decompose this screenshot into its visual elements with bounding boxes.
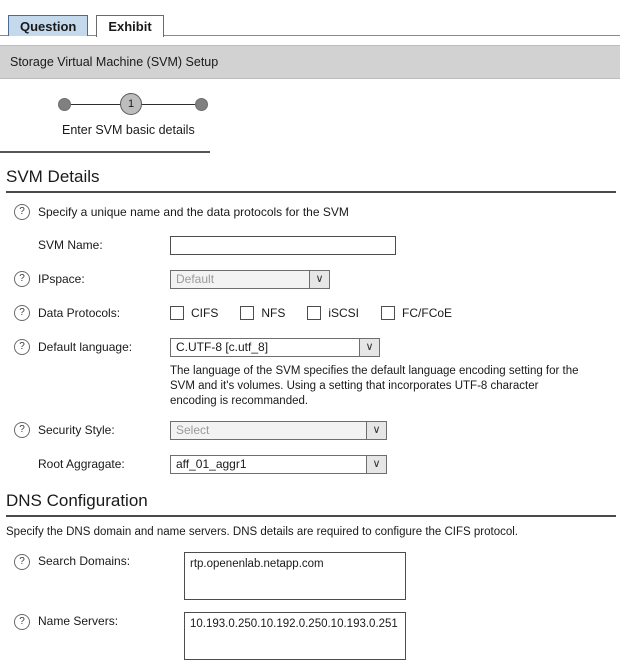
security-style-select[interactable]: Select ∨	[170, 420, 387, 440]
name-servers-row: ? Name Servers: 10.193.0.250.10.192.0.25…	[0, 600, 620, 660]
search-domains-row: ? Search Domains: rtp.openenlab.netapp.c…	[0, 544, 620, 600]
search-domains-label: Search Domains:	[38, 554, 131, 568]
wizard-stepper: 1 Enter SVM basic details	[0, 79, 620, 141]
search-domains-textarea[interactable]: rtp.openenlab.netapp.com	[184, 552, 406, 600]
checkbox-iscsi[interactable]: iSCSI	[307, 306, 359, 320]
svm-name-row: SVM Name:	[0, 225, 620, 258]
svm-details-form: ? Specify a unique name and the data pro…	[0, 193, 620, 477]
checkbox-box[interactable]	[307, 306, 322, 320]
svm-details-intro-row: ? Specify a unique name and the data pro…	[0, 199, 620, 225]
help-icon[interactable]: ?	[14, 305, 30, 321]
default-language-row: ? Default language: C.UTF-8 [c.utf_8] ∨	[0, 326, 620, 360]
svm-details-heading: SVM Details	[6, 167, 100, 186]
help-icon[interactable]: ?	[14, 422, 30, 438]
svm-details-intro: Specify a unique name and the data proto…	[38, 205, 349, 219]
security-style-row: ? Security Style: Select ∨	[0, 409, 620, 443]
tab-question[interactable]: Question	[8, 15, 89, 36]
default-language-value: C.UTF-8 [c.utf_8]	[170, 337, 360, 357]
tab-strip: Question Exhibit	[0, 8, 620, 37]
page-title-bar: Storage Virtual Machine (SVM) Setup	[0, 45, 620, 79]
default-language-select[interactable]: C.UTF-8 [c.utf_8] ∨	[170, 337, 380, 357]
ipspace-row: ? IPspace: Default ∨	[0, 258, 620, 292]
checkbox-fc-fcoe[interactable]: FC/FCoE	[381, 306, 452, 320]
stepper-step-1[interactable]: 1	[120, 93, 142, 115]
checkbox-box[interactable]	[170, 306, 184, 320]
help-icon[interactable]: ?	[14, 554, 30, 570]
data-protocols-label: Data Protocols:	[38, 306, 121, 320]
dns-configuration-heading: DNS Configuration	[6, 491, 148, 510]
data-protocols-group: CIFS NFS iSCSI FC/FCoE	[170, 306, 474, 320]
help-icon[interactable]: ?	[14, 614, 30, 630]
help-icon[interactable]: ?	[14, 271, 30, 287]
ipspace-label: IPspace:	[38, 272, 85, 286]
chevron-down-icon[interactable]: ∨	[367, 420, 387, 440]
stepper-connector-left	[70, 104, 126, 105]
default-language-help: The language of the SVM specifies the de…	[170, 365, 579, 407]
security-style-label: Security Style:	[38, 423, 115, 437]
security-style-value: Select	[170, 420, 367, 440]
svm-name-label: SVM Name:	[38, 238, 103, 252]
data-protocols-row: ? Data Protocols: CIFS NFS iSCSI FC/FCoE	[0, 292, 620, 326]
checkbox-box[interactable]	[381, 306, 396, 320]
default-language-label: Default language:	[38, 340, 133, 354]
dns-configuration-form: ? Search Domains: rtp.openenlab.netapp.c…	[0, 538, 620, 660]
tab-exhibit[interactable]: Exhibit	[96, 15, 164, 37]
default-language-help-row: The language of the SVM specifies the de…	[0, 360, 620, 409]
stepper-dot-start	[58, 98, 71, 111]
chevron-down-icon[interactable]: ∨	[360, 337, 380, 357]
checkbox-nfs-label: NFS	[261, 306, 286, 320]
tab-question-label: Question	[20, 19, 77, 34]
checkbox-nfs[interactable]: NFS	[240, 306, 285, 320]
ipspace-select[interactable]: Default ∨	[170, 269, 330, 289]
svm-name-input[interactable]	[170, 235, 396, 255]
stepper-step-1-number: 1	[127, 98, 135, 110]
root-aggregate-row: Root Aggragate: aff_01_aggr1 ∨	[0, 443, 620, 477]
tab-strip-baseline	[0, 35, 620, 36]
root-aggregate-label: Root Aggragate:	[38, 457, 125, 471]
stepper-dot-end	[195, 98, 208, 111]
root-aggregate-select[interactable]: aff_01_aggr1 ∨	[170, 454, 387, 474]
checkbox-cifs[interactable]: CIFS	[170, 306, 218, 320]
tab-exhibit-label: Exhibit	[108, 19, 152, 34]
stepper-track: 1	[0, 93, 220, 117]
help-icon[interactable]: ?	[14, 204, 30, 220]
help-icon[interactable]: ?	[14, 339, 30, 355]
checkbox-box[interactable]	[240, 306, 255, 320]
chevron-down-icon[interactable]: ∨	[310, 269, 330, 289]
checkbox-iscsi-label: iSCSI	[328, 306, 360, 320]
page-title: Storage Virtual Machine (SVM) Setup	[10, 55, 219, 69]
stepper-label: Enter SVM basic details	[62, 123, 195, 137]
root-aggregate-value: aff_01_aggr1	[170, 454, 367, 474]
chevron-down-icon[interactable]: ∨	[367, 454, 387, 474]
dns-configuration-note: Specify the DNS domain and name servers.…	[6, 526, 518, 538]
ipspace-value: Default	[170, 269, 310, 289]
checkbox-fc-fcoe-label: FC/FCoE	[402, 306, 453, 320]
stepper-connector-right	[138, 104, 196, 105]
name-servers-label: Name Servers:	[38, 614, 119, 628]
checkbox-cifs-label: CIFS	[191, 306, 219, 320]
name-servers-textarea[interactable]: 10.193.0.250.10.192.0.250.10.193.0.251	[184, 612, 406, 660]
